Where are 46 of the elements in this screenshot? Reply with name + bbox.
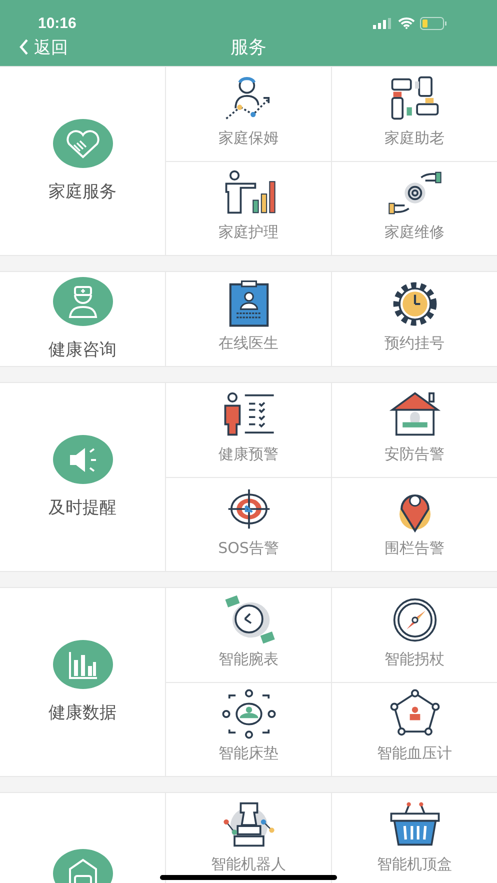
service-tile[interactable]: 智能机顶盒 bbox=[331, 793, 497, 883]
wifi-icon bbox=[398, 17, 415, 29]
back-icon bbox=[19, 39, 29, 55]
service-tile[interactable]: 智能腕表 bbox=[166, 588, 331, 682]
service-label: 智能腕表 bbox=[218, 650, 278, 668]
service-tile[interactable]: 围栏告警 bbox=[331, 477, 497, 571]
service-label: SOS告警 bbox=[218, 539, 279, 558]
service-label: 健康预警 bbox=[218, 444, 278, 464]
service-tile[interactable]: SOS告警 bbox=[166, 477, 331, 571]
speaker-icon bbox=[52, 435, 112, 484]
service-tile[interactable]: 家庭助老 bbox=[331, 67, 497, 161]
service-tile[interactable]: 智能血压计 bbox=[331, 682, 497, 776]
status-time: 10:16 bbox=[38, 14, 76, 32]
service-tile[interactable]: 智能拐杖 bbox=[331, 588, 497, 682]
service-label: 智能床垫 bbox=[218, 744, 278, 763]
battery-icon bbox=[420, 16, 447, 30]
back-button[interactable]: 返回 bbox=[15, 36, 72, 58]
service-tile[interactable]: 智能床垫 bbox=[166, 682, 331, 776]
page-title: 服务 bbox=[230, 36, 266, 59]
nurse-icon bbox=[52, 277, 112, 326]
category-label: 健康咨询 bbox=[48, 339, 116, 361]
service-label: 智能机器人 bbox=[211, 854, 286, 874]
category-label: 及时提醒 bbox=[48, 497, 116, 519]
service-label: 安防告警 bbox=[384, 444, 444, 464]
service-label: 家庭保姆 bbox=[218, 128, 278, 148]
category-label: 家庭服务 bbox=[48, 181, 116, 203]
category-label: 健康数据 bbox=[48, 702, 116, 724]
service-label: 围栏告警 bbox=[384, 539, 444, 558]
service-tile[interactable]: 预约挂号 bbox=[331, 272, 497, 366]
signal-icon bbox=[373, 18, 393, 28]
service-tile[interactable]: 智能机器人 bbox=[166, 793, 331, 883]
service-label: 在线医生 bbox=[218, 334, 278, 352]
service-label: 家庭护理 bbox=[218, 223, 278, 242]
service-tile[interactable]: 健康预警 bbox=[166, 383, 331, 477]
service-label: 智能拐杖 bbox=[384, 650, 444, 668]
service-label: 预约挂号 bbox=[384, 334, 444, 352]
service-tile[interactable]: 家庭维修 bbox=[331, 161, 497, 255]
bar-chart-icon bbox=[52, 640, 112, 689]
service-label: 智能血压计 bbox=[377, 744, 452, 763]
service-label: 家庭助老 bbox=[384, 128, 444, 148]
service-tile[interactable]: 安防告警 bbox=[331, 383, 497, 477]
service-tile[interactable]: 在线医生 bbox=[166, 272, 331, 366]
service-label: 智能机顶盒 bbox=[377, 854, 452, 874]
service-tile[interactable]: 家庭护理 bbox=[166, 161, 331, 255]
service-tile[interactable]: 家庭保姆 bbox=[166, 67, 331, 161]
service-label: 家庭维修 bbox=[384, 223, 444, 242]
